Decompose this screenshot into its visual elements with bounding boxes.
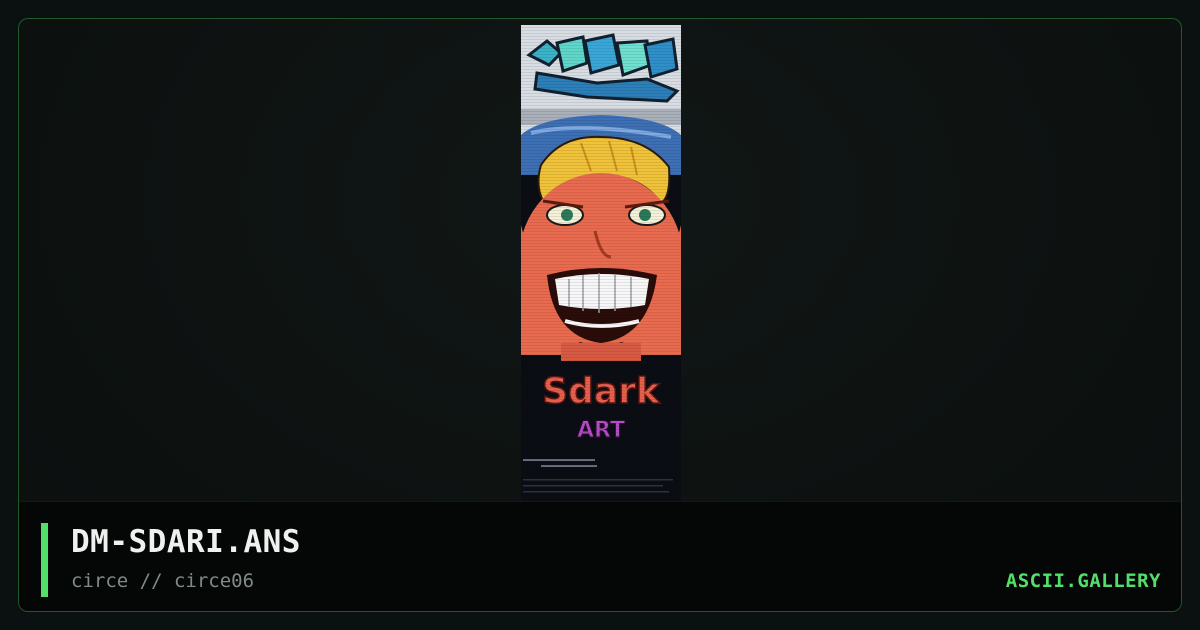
info-footer: DM-SDARI.ANS circe // circe06 ASCII.GALL… [19,501,1181,611]
ansi-artwork-preview[interactable]: Sdark ART [521,25,681,501]
sdark-logo-text: Sdark [542,371,661,412]
artwork-title[interactable]: DM-SDARI.ANS [71,524,301,560]
sdark-logo-subtext: ART [577,418,625,443]
site-brand[interactable]: ASCII.GALLERY [1006,570,1161,592]
preview-card: Sdark ART DM-SDARI.ANS circe // circe06 … [18,18,1182,612]
artwork-byline[interactable]: circe // circe06 [71,570,254,592]
accent-bar [41,523,48,597]
ansi-art-image: Sdark ART [521,25,681,501]
